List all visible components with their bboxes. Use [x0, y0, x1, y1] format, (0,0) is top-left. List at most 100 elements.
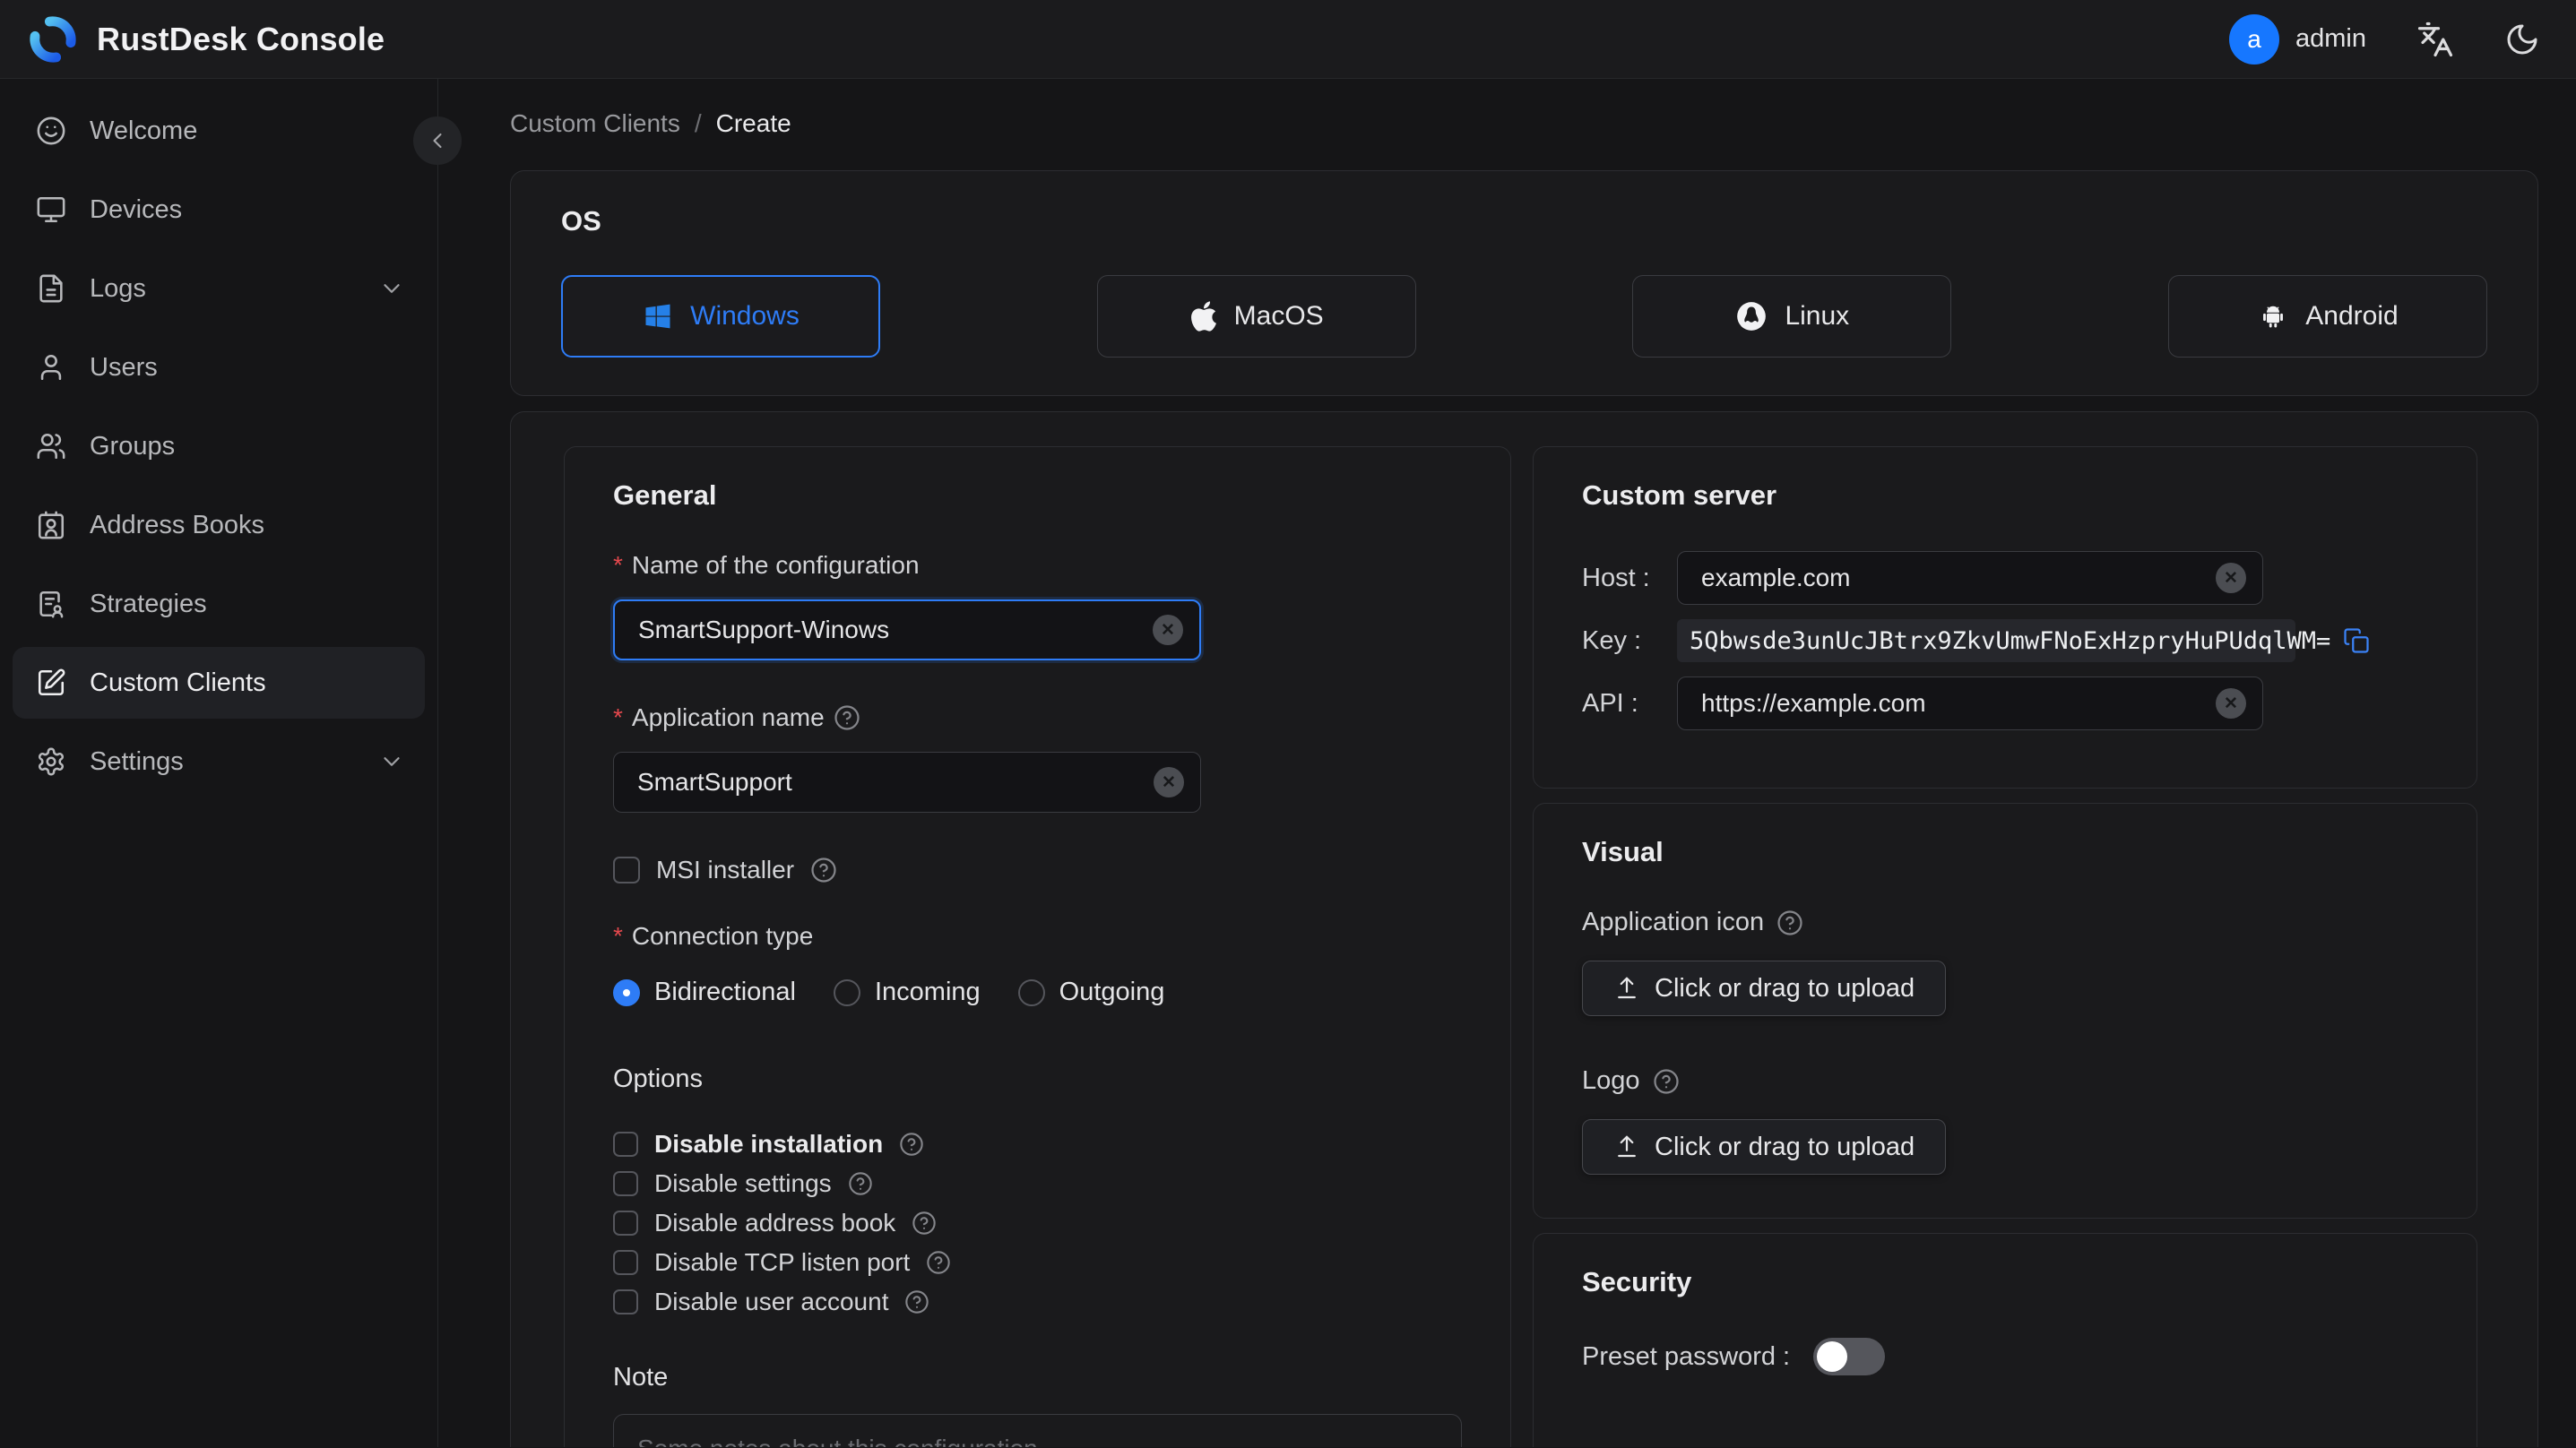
sidebar-item-groups[interactable]: Groups [0, 407, 437, 486]
visual-title: Visual [1582, 836, 1664, 867]
api-label: API : [1582, 688, 1638, 718]
general-section: General * Name of the configuration ✕ [564, 446, 1511, 1447]
help-icon[interactable] [1776, 909, 1803, 936]
sidebar-item-label: Address Books [90, 510, 265, 539]
chevron-down-icon [384, 284, 400, 293]
clear-icon[interactable]: ✕ [1153, 615, 1183, 645]
app-name-input-box: ✕ [613, 752, 1201, 813]
document-person-icon [39, 590, 64, 618]
application-icon-upload-button[interactable]: Click or drag to upload [1582, 961, 1947, 1016]
clear-icon[interactable]: ✕ [2216, 688, 2246, 719]
os-option-android[interactable]: Android [2167, 275, 2487, 358]
host-input[interactable] [1701, 564, 2203, 592]
sidebar-item-logs[interactable]: Logs [0, 249, 437, 328]
os-option-label: Windows [690, 301, 800, 331]
avatar[interactable]: a [2229, 13, 2279, 65]
logo-label: Logo [1582, 1066, 1640, 1095]
sidebar-item-users[interactable]: Users [0, 328, 437, 407]
help-icon[interactable] [912, 1211, 937, 1236]
radio-outgoing[interactable]: Outgoing [1017, 978, 1164, 1007]
option-disable-installation: Disable installation [613, 1125, 1462, 1164]
sidebar-collapse-button[interactable] [413, 116, 462, 165]
custom-server-title: Custom server [1582, 479, 1777, 511]
edit-square-icon [38, 668, 65, 696]
users-icon [37, 433, 65, 460]
preset-password-label: Preset password : [1582, 1341, 1791, 1371]
application-icon-label: Application icon [1582, 908, 1765, 936]
rustdesk-logo-icon [30, 15, 76, 63]
radio-bidirectional[interactable]: Bidirectional [613, 978, 796, 1007]
chevron-left-icon [433, 133, 442, 149]
option-disable-tcp-listen-port: Disable TCP listen port [613, 1243, 1462, 1282]
api-row: API : ✕ [1582, 677, 2428, 730]
android-icon [2263, 306, 2284, 328]
connection-type-label: Connection type [631, 922, 814, 950]
security-section: Security Preset password : [1533, 1233, 2477, 1447]
note-textarea[interactable] [613, 1414, 1462, 1447]
app-name-input[interactable] [637, 768, 1141, 797]
language-icon[interactable] [2416, 21, 2454, 58]
clear-icon[interactable]: ✕ [1154, 767, 1184, 797]
checkbox[interactable] [613, 1289, 638, 1314]
preset-password-row: Preset password : [1582, 1338, 2428, 1375]
sidebar-item-settings[interactable]: Settings [0, 722, 437, 801]
config-name-label: Name of the configuration [631, 551, 920, 579]
preset-password-toggle[interactable] [1813, 1338, 1886, 1375]
contact-book-icon [38, 511, 65, 539]
os-option-linux[interactable]: Linux [1632, 275, 1952, 358]
help-icon[interactable] [1653, 1068, 1680, 1095]
os-option-windows[interactable]: Windows [561, 275, 880, 358]
host-label: Host : [1582, 563, 1650, 592]
sidebar-item-label: Strategies [90, 589, 207, 618]
monitor-icon [37, 196, 65, 223]
sidebar-item-address-books[interactable]: Address Books [0, 486, 437, 565]
api-input[interactable] [1701, 689, 2203, 718]
clear-icon[interactable]: ✕ [2216, 563, 2246, 593]
config-name-field: * Name of the configuration ✕ [613, 551, 1462, 660]
os-section-title: OS [561, 205, 601, 237]
checkbox[interactable] [613, 1211, 638, 1236]
visual-section: Visual Application icon Click or drag to… [1533, 803, 2477, 1219]
upload-button-label: Click or drag to upload [1655, 1132, 1915, 1161]
sidebar-item-custom-clients[interactable]: Custom Clients [13, 647, 425, 719]
api-input-box: ✕ [1677, 677, 2263, 730]
copy-icon[interactable] [2343, 627, 2370, 654]
main-content: Custom Clients / Create OS Windows MacOS… [438, 79, 2576, 1447]
logo-upload-button[interactable]: Click or drag to upload [1582, 1119, 1947, 1175]
general-title: General [613, 479, 717, 511]
help-icon[interactable] [810, 857, 837, 883]
help-icon[interactable] [926, 1250, 951, 1275]
sidebar-item-welcome[interactable]: Welcome [0, 91, 437, 170]
checkbox[interactable] [613, 1132, 638, 1157]
breadcrumb-separator: / [694, 109, 702, 137]
os-option-label: MacOS [1233, 301, 1324, 331]
breadcrumb-parent[interactable]: Custom Clients [510, 109, 680, 138]
os-option-macos[interactable]: MacOS [1096, 275, 1416, 358]
help-icon[interactable] [834, 704, 860, 731]
help-icon[interactable] [899, 1132, 924, 1157]
msi-installer-checkbox[interactable] [613, 857, 640, 883]
option-disable-address-book: Disable address book [613, 1203, 1462, 1243]
help-icon[interactable] [904, 1289, 929, 1314]
checkbox[interactable] [613, 1250, 638, 1275]
config-name-input[interactable] [638, 616, 1140, 644]
required-asterisk: * [613, 703, 623, 731]
radio-icon [613, 978, 640, 1006]
radio-incoming[interactable]: Incoming [833, 978, 981, 1007]
msi-installer-row: MSI installer [613, 856, 1462, 884]
apple-icon [1190, 301, 1216, 332]
sidebar-item-strategies[interactable]: Strategies [0, 565, 437, 643]
sidebar-item-label: Custom Clients [90, 668, 266, 697]
checkbox[interactable] [613, 1171, 638, 1196]
sidebar-item-devices[interactable]: Devices [0, 170, 437, 249]
user-menu[interactable]: a admin [2229, 13, 2366, 65]
help-icon[interactable] [848, 1171, 873, 1196]
sidebar-item-label: Users [90, 352, 158, 382]
os-option-label: Linux [1785, 301, 1850, 331]
sidebar-item-label: Groups [90, 431, 176, 461]
windows-icon [645, 304, 670, 329]
breadcrumb-current: Create [715, 109, 791, 137]
dark-mode-toggle-icon[interactable] [2504, 22, 2540, 57]
options-checkbox-list: Disable installation Disable settings Di… [613, 1125, 1462, 1322]
sidebar-item-label: Devices [90, 194, 183, 224]
